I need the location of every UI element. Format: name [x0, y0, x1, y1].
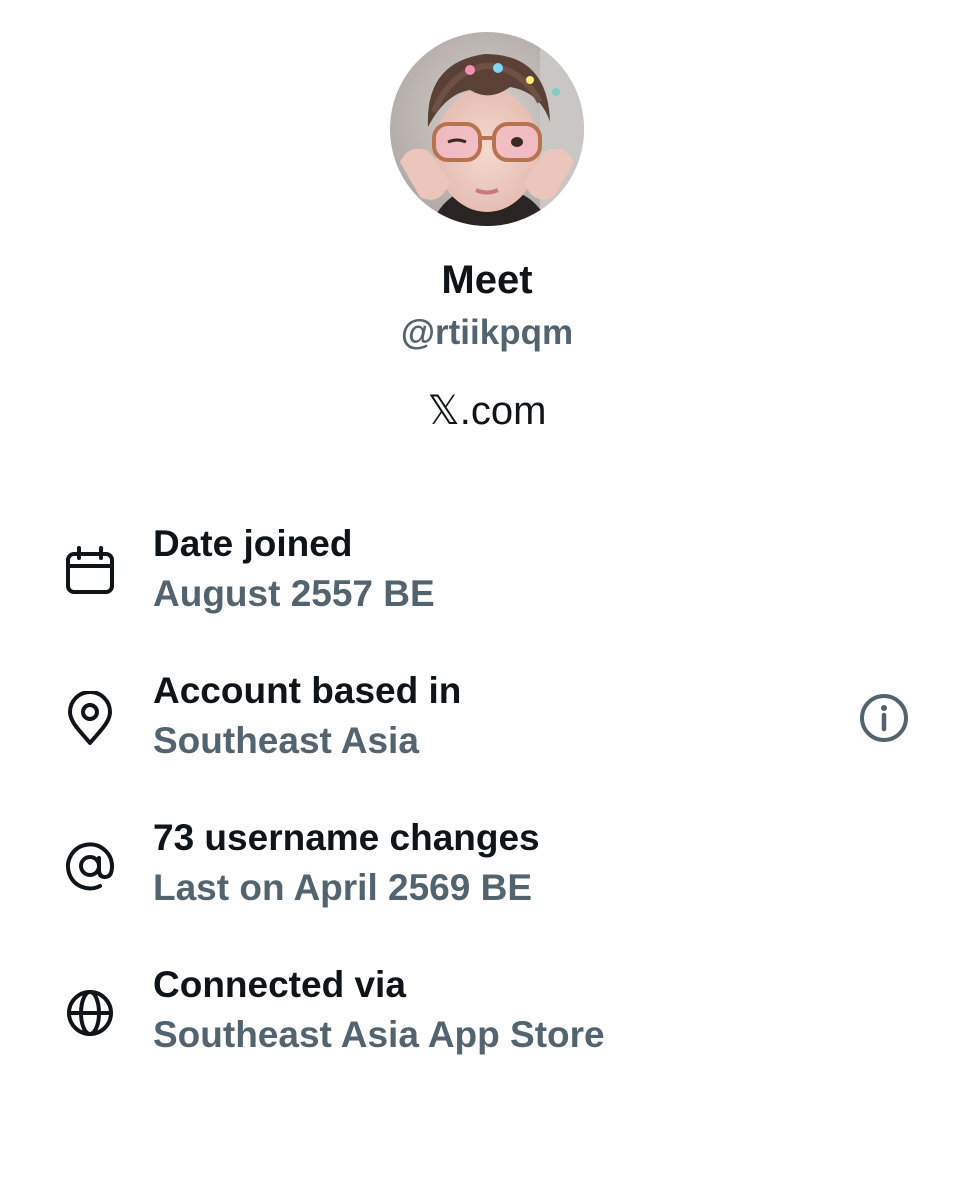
display-name: Meet [441, 258, 533, 302]
info-icon[interactable] [858, 692, 910, 744]
avatar[interactable] [390, 32, 584, 226]
detail-value: Last on April 2569 BE [153, 867, 533, 908]
detail-row-account-based-in: Account based in Southeast Asia [0, 667, 974, 777]
location-pin-icon [68, 691, 112, 745]
detail-value: Southeast Asia [153, 720, 419, 761]
detail-row-date-joined: Date joined August 2557 BE [0, 520, 974, 630]
detail-row-username-changes: 73 username changes Last on April 2569 B… [0, 814, 974, 924]
detail-title: Connected via [153, 964, 406, 1005]
detail-value: August 2557 BE [153, 573, 435, 614]
detail-value: Southeast Asia App Store [153, 1014, 605, 1055]
avatar-photo [390, 32, 584, 226]
x-logo-icon: 𝕏 [427, 388, 460, 434]
detail-title: Account based in [153, 670, 462, 711]
site-suffix: .com [459, 389, 547, 433]
detail-row-connected-via: Connected via Southeast Asia App Store [0, 961, 974, 1071]
detail-title: 73 username changes [153, 817, 540, 858]
at-sign-icon [66, 842, 115, 891]
globe-icon [67, 990, 113, 1036]
calendar-icon [66, 546, 114, 594]
username-handle[interactable]: @rtiikpqm [0, 310, 974, 356]
site-label: 𝕏.com [0, 386, 974, 436]
detail-title: Date joined [153, 523, 353, 564]
